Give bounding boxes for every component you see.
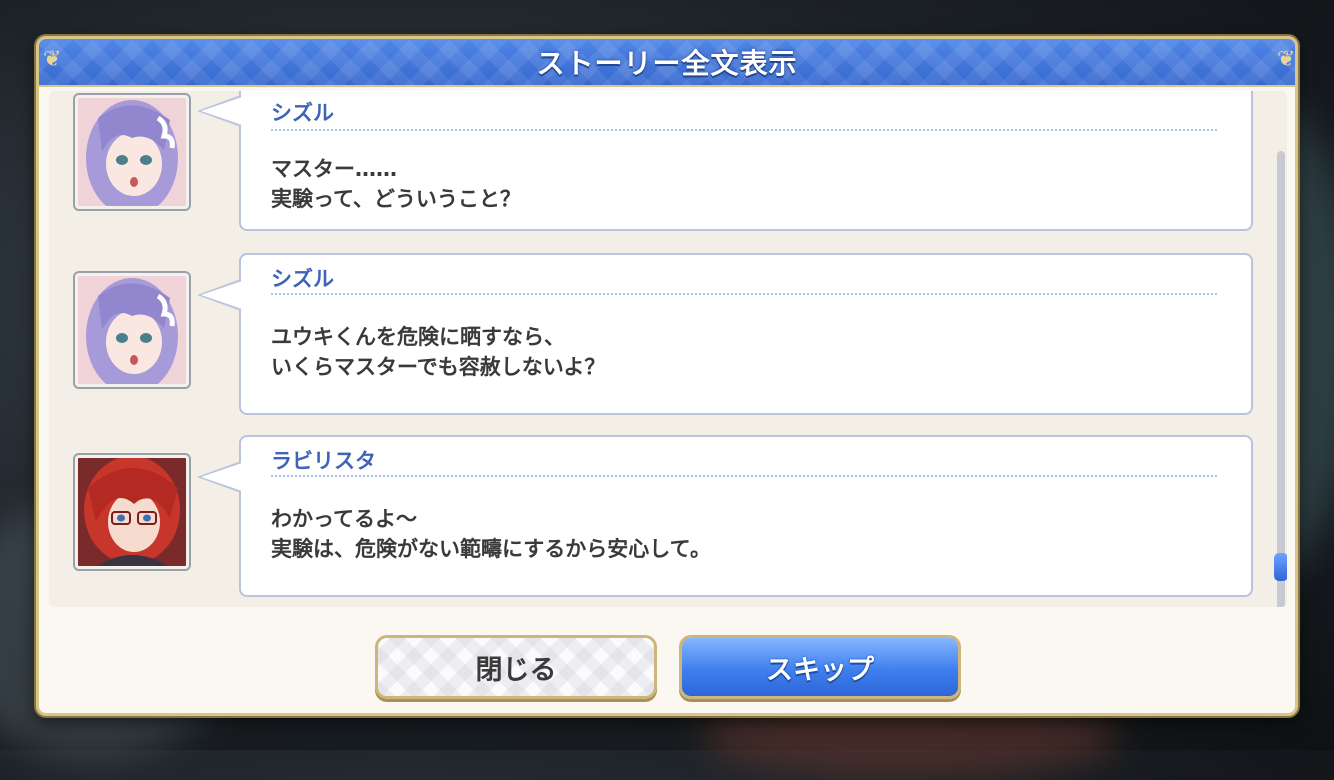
character-avatar [73, 271, 191, 389]
speaker-name: シズル [271, 267, 334, 291]
list-item: シズル ユウキくんを危険に晒すなら、 いくらマスターでも容赦しないよ？ [49, 253, 1259, 417]
dialogue-line: ユウキくんを危険に晒すなら、 [271, 325, 565, 349]
dialogue-line: マスター…… [271, 157, 397, 181]
list-item: ラビリスタ わかってるよ～ 実験は、危険がない範疇にするから安心して。 [49, 435, 1259, 599]
character-avatar [73, 93, 191, 211]
divider [271, 475, 1217, 477]
divider [271, 129, 1217, 131]
scrollbar-thumb[interactable] [1274, 553, 1287, 582]
shizuru-portrait-icon [78, 276, 186, 384]
shizuru-portrait-icon [78, 98, 186, 206]
skip-button-label: スキップ [766, 654, 874, 686]
dialogue-bubble: シズル ユウキくんを危険に晒すなら、 いくらマスターでも容赦しないよ？ [197, 253, 1253, 415]
divider [271, 293, 1217, 295]
story-log-list[interactable]: シズル マスター…… 実験って、どういうこと？ シズル ユウキくんを危険に晒すな… [49, 91, 1287, 607]
dialogue-bubble: ラビリスタ わかってるよ～ 実験は、危険がない範疇にするから安心して。 [197, 435, 1253, 597]
speaker-name: シズル [271, 101, 334, 125]
close-button[interactable]: 閉じる [375, 635, 657, 699]
dialogue-line: いくらマスターでも容赦しないよ？ [271, 355, 606, 379]
dialogue-line: わかってるよ～ [271, 507, 417, 531]
scrollbar[interactable] [1274, 151, 1287, 607]
dialog-header: ❦ ストーリー全文表示 ❦ [39, 39, 1295, 87]
list-item: シズル マスター…… 実験って、どういうこと？ [49, 91, 1259, 233]
dialogue-line: 実験って、どういうこと？ [271, 187, 521, 211]
character-avatar [73, 453, 191, 571]
story-log-dialog: ❦ ストーリー全文表示 ❦ シズル マスター…… 実験って、どういうこと？ シズ… [36, 36, 1298, 716]
dialog-title: ストーリー全文表示 [536, 47, 798, 80]
ornament-icon: ❦ [43, 47, 62, 72]
dialogue-line: 実験は、危険がない範疇にするから安心して。 [271, 537, 711, 561]
dialogue-bubble: シズル マスター…… 実験って、どういうこと？ [197, 91, 1253, 231]
speaker-name: ラビリスタ [271, 449, 376, 473]
close-button-label: 閉じる [475, 654, 557, 686]
ornament-icon: ❦ [1277, 47, 1296, 72]
skip-button[interactable]: スキップ [679, 635, 961, 699]
labyrista-portrait-icon [78, 458, 186, 566]
